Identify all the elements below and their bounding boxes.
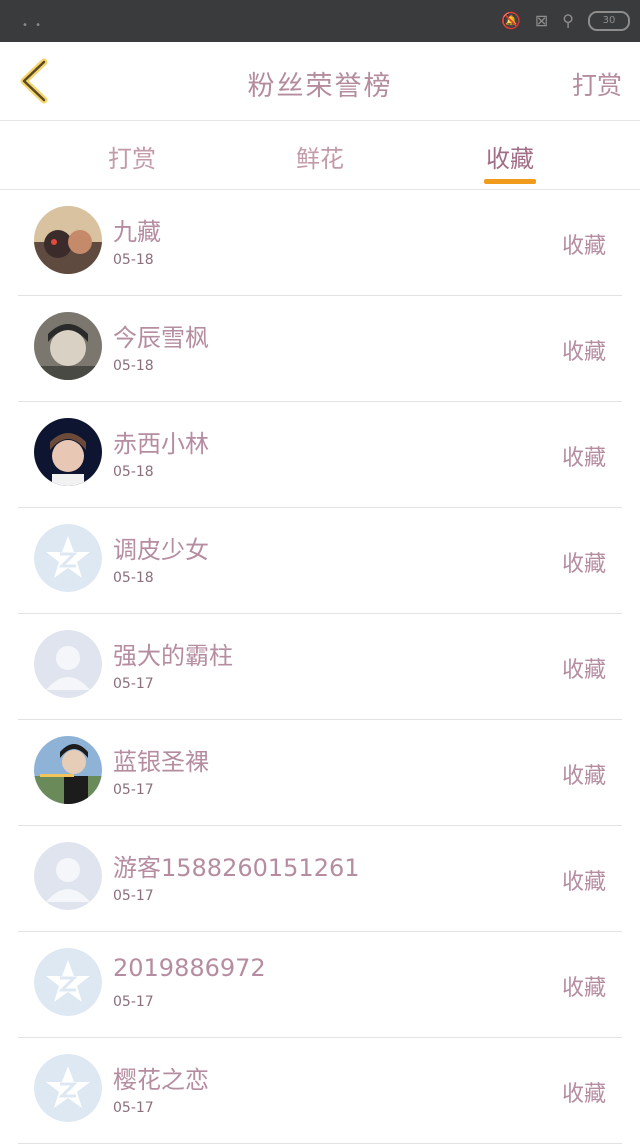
battery-icon: 30: [588, 11, 630, 31]
page-title: 粉丝荣誉榜: [247, 71, 393, 102]
fan-name: 九藏: [113, 218, 161, 246]
tab-flowers[interactable]: 鲜花: [270, 139, 370, 174]
app-header: 粉丝荣誉榜 打赏: [0, 42, 640, 121]
fan-date: 05-17: [113, 676, 154, 692]
fan-date: 05-17: [113, 782, 154, 798]
fan-date: 05-17: [113, 888, 154, 904]
list-item[interactable]: 赤西小林 05-18 收藏: [18, 402, 622, 508]
tab-reward[interactable]: 打赏: [82, 139, 182, 174]
list-item[interactable]: 蓝银圣裸 05-17 收藏: [18, 720, 622, 826]
fan-name: 强大的霸柱: [113, 642, 233, 670]
close-box-icon: ⊠: [534, 11, 549, 30]
favorite-label: 收藏: [561, 1082, 606, 1107]
favorite-label: 收藏: [561, 234, 606, 259]
favorite-label: 收藏: [561, 552, 606, 577]
avatar: [34, 206, 102, 274]
fan-name: 今辰雪枫: [113, 324, 209, 352]
fan-name: 樱花之恋: [113, 1066, 209, 1094]
tab-favorites[interactable]: 收藏: [460, 139, 560, 174]
reward-button[interactable]: 打赏: [572, 66, 622, 102]
fan-date: 05-18: [113, 570, 154, 586]
list-item[interactable]: 2019886972 05-17 收藏: [18, 932, 622, 1038]
list-item[interactable]: 强大的霸柱 05-17 收藏: [18, 614, 622, 720]
default-star-avatar-icon: [34, 948, 102, 1016]
avatar: [34, 418, 102, 486]
list-item[interactable]: 游客1588260151261 05-17 收藏: [18, 826, 622, 932]
fan-name: 调皮少女: [113, 536, 209, 564]
default-star-avatar-icon: [34, 524, 102, 592]
fan-name: 游客1588260151261: [113, 854, 360, 882]
list-item[interactable]: 樱花之恋 05-17 收藏: [18, 1038, 622, 1144]
favorite-label: 收藏: [561, 446, 606, 471]
fan-date: 05-17: [113, 1100, 154, 1116]
fan-date: 05-18: [113, 464, 154, 480]
favorite-label: 收藏: [561, 870, 606, 895]
avatar: [34, 312, 102, 380]
default-star-avatar-icon: [34, 1054, 102, 1122]
list-item[interactable]: 九藏 05-18 收藏: [18, 190, 622, 296]
fan-date: 05-17: [113, 994, 154, 1010]
active-tab-indicator: [484, 179, 536, 184]
default-person-avatar-icon: [34, 630, 102, 698]
signal-icon: ⚲: [562, 11, 574, 30]
fan-name: 赤西小林: [113, 430, 209, 458]
avatar: [34, 736, 102, 804]
favorite-label: 收藏: [561, 340, 606, 365]
favorite-label: 收藏: [561, 976, 606, 1001]
default-person-avatar-icon: [34, 842, 102, 910]
status-dots: • •: [22, 20, 43, 31]
favorite-label: 收藏: [561, 764, 606, 789]
status-bar: • • 🔕 ⊠ ⚲ 30: [0, 0, 640, 42]
fan-list: 九藏 05-18 收藏 今辰雪枫 05-18 收藏 赤西小林 05-18 收藏 …: [18, 190, 622, 1144]
fan-name: 2019886972: [113, 954, 266, 982]
favorite-label: 收藏: [561, 658, 606, 683]
tab-bar: 打赏 鲜花 收藏: [0, 121, 640, 190]
status-icons: 🔕 ⊠ ⚲ 30: [501, 10, 630, 32]
fan-date: 05-18: [113, 252, 154, 268]
bell-off-icon: 🔕: [500, 11, 521, 30]
list-item[interactable]: 今辰雪枫 05-18 收藏: [18, 296, 622, 402]
fan-date: 05-18: [113, 358, 154, 374]
fan-name: 蓝银圣裸: [113, 748, 209, 776]
list-item[interactable]: 调皮少女 05-18 收藏: [18, 508, 622, 614]
